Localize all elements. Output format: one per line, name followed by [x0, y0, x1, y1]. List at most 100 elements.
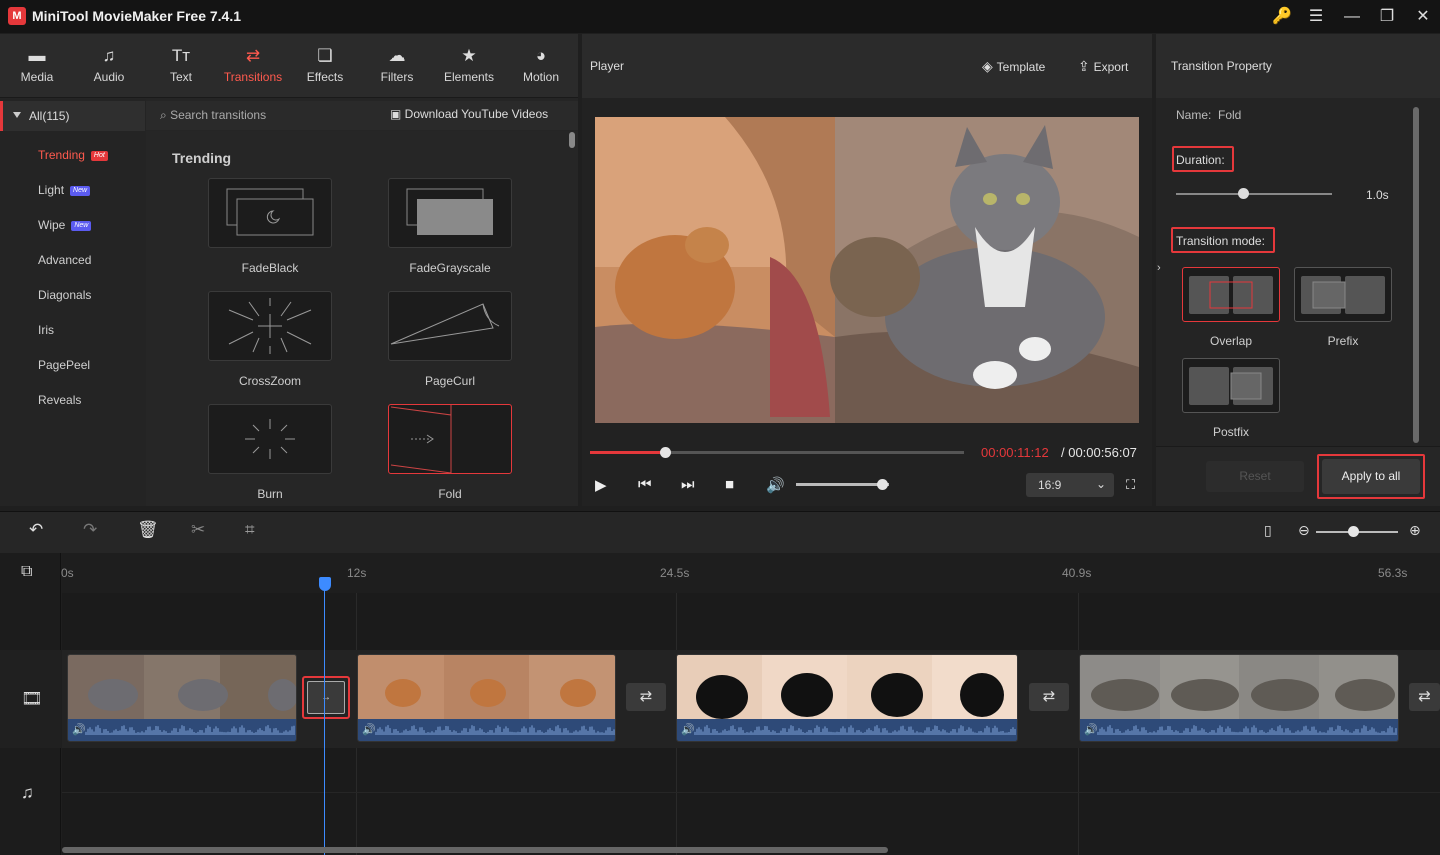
fadeblack-icon [226, 188, 314, 236]
volume-slider[interactable] [796, 483, 889, 486]
export-button[interactable]: ⇪ Export [1078, 58, 1128, 75]
clip-volume-icon[interactable]: 🔊 [72, 723, 86, 736]
timeline-clip[interactable]: 🔊 [1079, 654, 1399, 742]
stop-icon[interactable]: ■ [725, 476, 734, 493]
next-frame-icon[interactable]: ⏭ [681, 476, 695, 493]
download-youtube-button[interactable]: ▣ Download YouTube Videos [390, 107, 548, 121]
transition-thumb-fold[interactable] [388, 404, 512, 474]
filters-icon: ☁ [388, 46, 406, 65]
add-track-icon[interactable]: ⧉ [21, 563, 32, 581]
cat-thumbnail-image [88, 679, 296, 711]
transition-thumb-fadeblack[interactable] [208, 178, 332, 248]
category-reveals[interactable]: Reveals [38, 393, 81, 407]
media-icon: ▬ [28, 46, 46, 65]
clip-volume-icon[interactable]: 🔊 [1084, 723, 1098, 736]
waveform-graphic [694, 725, 1016, 735]
fullscreen-icon[interactable]: ⛶ [1126, 477, 1135, 493]
ruler-label: 56.3s [1378, 566, 1408, 580]
add-transition-icon[interactable]: ⇄ [1409, 683, 1440, 711]
zoom-in-icon[interactable]: ⊕ [1409, 522, 1421, 539]
clip-audio-waveform [358, 719, 615, 741]
undo-icon[interactable]: ↶ [29, 520, 43, 540]
player-title: Player [590, 59, 625, 73]
fit-timeline-icon[interactable]: ▯ [1264, 522, 1272, 539]
add-transition-icon[interactable]: ⇄ [626, 683, 666, 711]
youtube-icon: ▣ [390, 107, 405, 121]
tab-motion[interactable]: ◕ Motion [505, 34, 577, 98]
search-icon: ⌕ [160, 108, 171, 122]
playback-progress-handle[interactable] [659, 447, 671, 458]
category-pagepeel[interactable]: PagePeel [38, 358, 90, 372]
crop-icon[interactable]: ⌗ [245, 520, 255, 540]
tab-transitions[interactable]: ⇄ Transitions [217, 34, 289, 98]
waveform-graphic [85, 725, 295, 735]
category-advanced[interactable]: Advanced [38, 253, 91, 267]
template-button[interactable]: ◈ Template [982, 58, 1045, 75]
clip-audio-waveform [68, 719, 296, 741]
tab-filters[interactable]: ☁ Filters [361, 34, 433, 98]
total-time: / 00:00:56:07 [1061, 445, 1137, 460]
minimize-icon[interactable]: — [1334, 0, 1370, 33]
mode-postfix[interactable] [1182, 358, 1280, 413]
key-icon[interactable]: 🔑 [1264, 0, 1300, 33]
previous-frame-icon[interactable]: ⏮ [638, 476, 652, 493]
clip-volume-icon[interactable]: 🔊 [681, 723, 695, 736]
playhead-handle[interactable] [319, 577, 331, 591]
category-all[interactable]: All(115) [0, 101, 145, 131]
tab-audio[interactable]: ♫ Audio [73, 34, 145, 98]
zoom-out-icon[interactable]: ⊖ [1298, 522, 1310, 539]
duration-handle[interactable] [1238, 188, 1250, 199]
transition-thumb-pagecurl[interactable] [388, 291, 512, 361]
tab-elements[interactable]: ★ Elements [433, 34, 505, 98]
fold-transition-marker[interactable]: → [307, 681, 345, 714]
library-scrollbar[interactable] [569, 132, 575, 148]
tab-text[interactable]: Tт Text [145, 34, 217, 98]
mode-prefix[interactable] [1294, 267, 1392, 322]
tab-media[interactable]: ▬ Media [1, 34, 73, 98]
duration-slider[interactable] [1176, 193, 1332, 195]
new-badge: New [71, 220, 92, 231]
timeline-clip[interactable]: 🔊 [676, 654, 1018, 742]
timeline-horizontal-scrollbar[interactable] [62, 847, 888, 853]
delete-icon[interactable]: 🗑 [137, 520, 159, 540]
duration-label: Duration: [1176, 153, 1225, 167]
category-wipe[interactable]: Wipe New [38, 218, 92, 232]
transition-thumb-fadegrayscale[interactable] [388, 178, 512, 248]
category-trending[interactable]: Trending Hot [38, 148, 108, 162]
aspect-ratio-select[interactable]: 16:9 ⌄ [1026, 473, 1114, 497]
timeline-clip[interactable]: 🔊 [67, 654, 297, 742]
menu-icon[interactable]: ☰ [1298, 0, 1334, 33]
maximize-icon[interactable]: ❐ [1369, 0, 1405, 33]
music-icon: ♫ [102, 46, 116, 65]
transition-thumb-crosszoom[interactable] [208, 291, 332, 361]
timeline-ruler[interactable] [62, 553, 1440, 593]
redo-icon[interactable]: ↷ [83, 520, 97, 540]
crosszoom-icon [228, 298, 312, 354]
volume-icon[interactable]: 🔊 [766, 476, 785, 494]
transition-thumb-burn[interactable] [208, 404, 332, 474]
reset-button[interactable]: Reset [1206, 461, 1304, 492]
clip-volume-icon[interactable]: 🔊 [362, 723, 376, 736]
tab-effects[interactable]: ❏ Effects [289, 34, 361, 98]
add-transition-icon[interactable]: ⇄ [1029, 683, 1069, 711]
motion-icon: ◕ [535, 46, 547, 65]
mode-overlap[interactable] [1182, 267, 1280, 322]
new-badge: New [70, 185, 91, 196]
waveform-graphic [375, 725, 615, 735]
apply-to-all-button[interactable]: Apply to all [1322, 459, 1420, 494]
category-light[interactable]: Light New [38, 183, 91, 197]
transition-name: Name: Fold [1176, 108, 1242, 122]
property-scrollbar[interactable] [1413, 107, 1419, 443]
playhead-line[interactable] [324, 583, 325, 855]
play-icon[interactable]: ▶ [595, 476, 607, 494]
app-title: MiniTool MovieMaker Free 7.4.1 [32, 8, 242, 24]
search-input[interactable]: ⌕ Search transitions [160, 108, 266, 123]
close-icon[interactable]: ✕ [1405, 0, 1440, 33]
timeline-clip[interactable]: 🔊 [357, 654, 616, 742]
split-icon[interactable]: ✂ [191, 520, 205, 540]
timeline-zoom-handle[interactable] [1347, 526, 1359, 537]
prefix-icon [1301, 276, 1385, 314]
category-iris[interactable]: Iris [38, 323, 54, 337]
category-diagonals[interactable]: Diagonals [38, 288, 91, 302]
collapse-panel-icon[interactable]: › [1157, 262, 1161, 274]
